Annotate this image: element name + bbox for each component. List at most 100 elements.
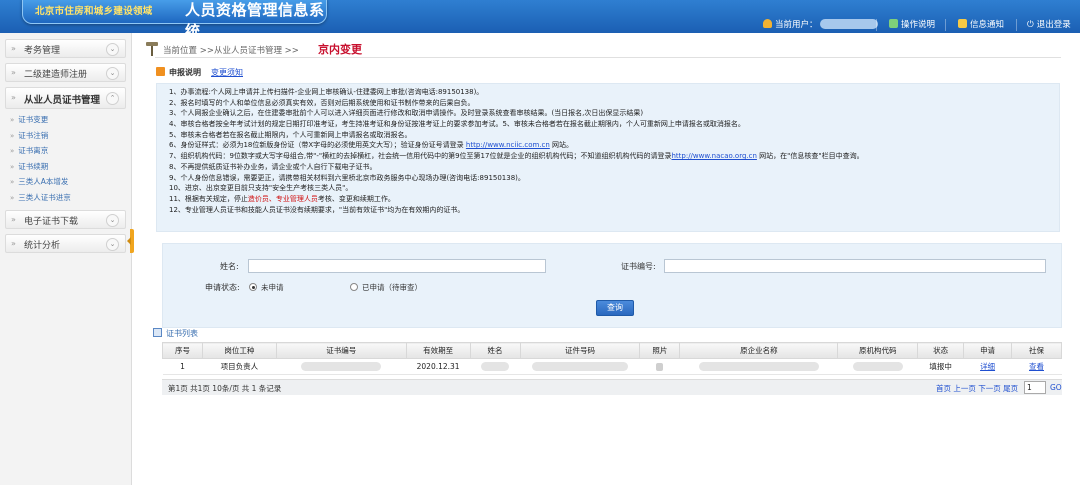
status-radio-unapplied[interactable]: 未申请 bbox=[249, 282, 284, 293]
sidebar-subitem-enter-beijing[interactable]: » 三类人证书进京 bbox=[0, 190, 131, 206]
notice-header: 申报说明 变更须知 bbox=[156, 67, 243, 79]
notice-line: 5、审核未合格者若在报名截止期限内，个人可重新网上申请报名或取消报名。 bbox=[169, 130, 412, 139]
redacted-value bbox=[531, 362, 628, 372]
ops-guide-link[interactable]: 操作说明 bbox=[889, 18, 935, 30]
go-button[interactable]: GO bbox=[1050, 383, 1062, 392]
note-icon bbox=[156, 67, 165, 76]
arrow-icon: » bbox=[10, 162, 15, 171]
help-icon bbox=[889, 19, 898, 28]
nciic-link[interactable]: http://www.nciic.com.cn bbox=[466, 141, 550, 149]
radio-label: 已申请（待审查） bbox=[362, 283, 422, 292]
sidebar-subitem-renew[interactable]: » 证书续期 bbox=[0, 159, 131, 175]
subitem-label: 证书续期 bbox=[18, 161, 49, 171]
sidebar-item-cert-mgmt[interactable]: » 从业人员证书管理 ⌃ bbox=[5, 87, 126, 109]
sidebar-subitem-cancel[interactable]: » 证书注销 bbox=[0, 128, 131, 144]
breadcrumb-path: 当前位置 >>从业人员证书管理 >> bbox=[163, 46, 299, 56]
col-header: 申请 bbox=[963, 342, 1013, 359]
sidebar-item-label: 考务管理 bbox=[24, 46, 61, 56]
radio-checked-icon bbox=[249, 283, 257, 291]
name-input[interactable] bbox=[248, 259, 546, 273]
social-view-link[interactable]: 查看 bbox=[1029, 362, 1044, 371]
pin-icon bbox=[146, 41, 158, 57]
sidebar-subitem-change[interactable]: » 证书变更 bbox=[0, 112, 131, 128]
notice-text: 6、身份证样式：必须为18位新版身份证（带X字母的必须使用英文大写）；验证身份证… bbox=[169, 141, 466, 150]
cell-org-code-redacted bbox=[837, 358, 918, 375]
notice-line: 1、办事流程:个人网上申请并上传扫描件-企业网上审核确认-住建委网上审批(咨询电… bbox=[169, 88, 484, 96]
cert-no-label: 证书编号: bbox=[621, 262, 656, 271]
notice-text: 网站，在"信息核查"栏目中查询。 bbox=[756, 152, 864, 161]
sidebar-collapse-handle[interactable] bbox=[127, 229, 134, 253]
radio-unchecked-icon bbox=[350, 283, 358, 291]
redacted-value bbox=[852, 362, 903, 372]
notice-line: 6、身份证样式：必须为18位新版身份证（带X字母的必须使用英文大写）；验证身份证… bbox=[169, 140, 1059, 151]
status-label: 申请状态: bbox=[205, 283, 240, 292]
header-divider bbox=[876, 19, 877, 31]
page-number-input[interactable]: 1 bbox=[1024, 381, 1046, 394]
cell-id-redacted bbox=[520, 358, 640, 375]
pager-info: 第1页 共1页 10条/页 共 1 条记录 bbox=[168, 384, 282, 393]
chevron-up-icon: ⌃ bbox=[106, 92, 119, 105]
col-header: 证书编号 bbox=[275, 342, 407, 359]
search-form: 姓名: 证书编号: 申请状态: 未申请 已申请（待审查） 查询 bbox=[162, 243, 1062, 328]
query-button[interactable]: 查询 bbox=[596, 300, 634, 316]
cert-no-input[interactable] bbox=[664, 259, 1046, 273]
status-radio-applied[interactable]: 已申请（待审查） bbox=[350, 282, 422, 293]
logout-link[interactable]: ⏻ 退出登录 bbox=[1027, 18, 1071, 30]
photo-icon bbox=[656, 363, 664, 371]
cert-table: 序号 岗位工种 证书编号 有效期至 姓名 证件号码 照片 原企业名称 原机构代码… bbox=[162, 342, 1062, 375]
arrow-icon: » bbox=[10, 131, 15, 140]
logout-label: 退出登录 bbox=[1036, 20, 1071, 30]
cell-apply: 详细 bbox=[963, 358, 1012, 375]
nacao-link[interactable]: http://www.nacao.org.cn bbox=[671, 152, 756, 160]
table-header-row: 序号 岗位工种 证书编号 有效期至 姓名 证件号码 照片 原企业名称 原机构代码… bbox=[162, 342, 1062, 359]
sidebar-item-label: 从业人员证书管理 bbox=[24, 95, 101, 106]
current-user-label: 当前用户： bbox=[775, 20, 818, 30]
subitem-label: 三类人A本增发 bbox=[18, 177, 69, 186]
chevron-down-icon: ⌄ bbox=[106, 67, 119, 80]
col-header: 证件号码 bbox=[519, 342, 641, 359]
ops-guide-label: 操作说明 bbox=[901, 20, 936, 30]
cell-cert-no-redacted bbox=[276, 358, 407, 375]
notice-highlight: 造价员、专业管理人员 bbox=[247, 194, 318, 203]
change-notice-link[interactable]: 变更须知 bbox=[211, 68, 243, 77]
detail-link[interactable]: 详细 bbox=[980, 362, 995, 371]
sidebar-subitem-leave-beijing[interactable]: » 证书离京 bbox=[0, 143, 131, 159]
notice-label: 信息通知 bbox=[970, 20, 1005, 30]
sidebar-item-constructor[interactable]: » 二级建造师注册 ⌄ bbox=[5, 63, 126, 82]
pager-nav-links[interactable]: 首页 上一页 下一页 尾页 bbox=[936, 383, 1018, 394]
sidebar-item-stats[interactable]: » 统计分析 ⌄ bbox=[5, 234, 126, 253]
cell-no: 1 bbox=[162, 358, 203, 375]
arrow-icon: » bbox=[10, 178, 15, 186]
table-row: 1 项目负责人 2020.12.31 填报中 详细 查看 bbox=[162, 358, 1062, 375]
sidebar-item-e-cert[interactable]: » 电子证书下载 ⌄ bbox=[5, 210, 126, 229]
sidebar: » 考务管理 ⌄ » 二级建造师注册 ⌄ » 从业人员证书管理 ⌃ » 证书变更 … bbox=[0, 33, 132, 485]
redacted-value bbox=[301, 362, 382, 372]
notice-panel: 1、办事流程:个人网上申请并上传扫描件-企业网上审核确认-住建委网上审批(咨询电… bbox=[156, 83, 1060, 232]
pagination: 第1页 共1页 10条/页 共 1 条记录 首页 上一页 下一页 尾页 1 GO bbox=[162, 379, 1062, 395]
notice-line: 8、不再提供纸质证书补办业务，请企业或个人自行下载电子证书。 bbox=[169, 162, 377, 171]
header-toolbar: 当前用户： 操作说明 信息通知 ⏻ 退出登录 bbox=[0, 15, 1080, 33]
notice-line: 7、组织机构代码：9位数字或大写字母组合,带"-"横杠的去掉横杠，社会统一信用代… bbox=[169, 151, 1059, 162]
sidebar-item-exam[interactable]: » 考务管理 ⌄ bbox=[5, 39, 126, 58]
notice-link-header[interactable]: 信息通知 bbox=[958, 18, 1004, 30]
user-name-redacted bbox=[819, 19, 878, 29]
chevron-down-icon: ⌄ bbox=[106, 214, 119, 227]
cell-job: 项目负责人 bbox=[202, 358, 277, 375]
double-chevron-icon: » bbox=[11, 93, 16, 102]
arrow-icon: » bbox=[10, 116, 15, 124]
notice-line: 3、个人网报企业确认之后，在住建委审批前个人可以进入详细页面进行修改和取消申请操… bbox=[169, 109, 644, 118]
sidebar-item-label: 二级建造师注册 bbox=[24, 70, 88, 80]
redacted-value bbox=[698, 362, 819, 372]
notice-text: 网站。 bbox=[549, 141, 574, 150]
radio-label: 未申请 bbox=[261, 283, 284, 292]
col-header: 姓名 bbox=[469, 342, 521, 359]
chevron-down-icon: ⌄ bbox=[106, 43, 119, 56]
name-label: 姓名: bbox=[220, 262, 239, 271]
notice-text: 7、组织机构代码：9位数字或大写字母组合,带"-"横杠的去掉横杠，社会统一信用代… bbox=[169, 152, 672, 161]
sidebar-subitem-a-book[interactable]: » 三类人A本增发 bbox=[0, 174, 131, 190]
arrow-icon: » bbox=[10, 147, 15, 155]
cert-list-title: 证书列表 bbox=[166, 329, 198, 338]
notice-line: 9、个人身份信息错误，需要更正，请携带相关材料到六里桥北京市政务服务中心现场办理… bbox=[169, 173, 525, 182]
breadcrumb-divider bbox=[155, 57, 1061, 58]
cell-photo bbox=[639, 358, 680, 375]
